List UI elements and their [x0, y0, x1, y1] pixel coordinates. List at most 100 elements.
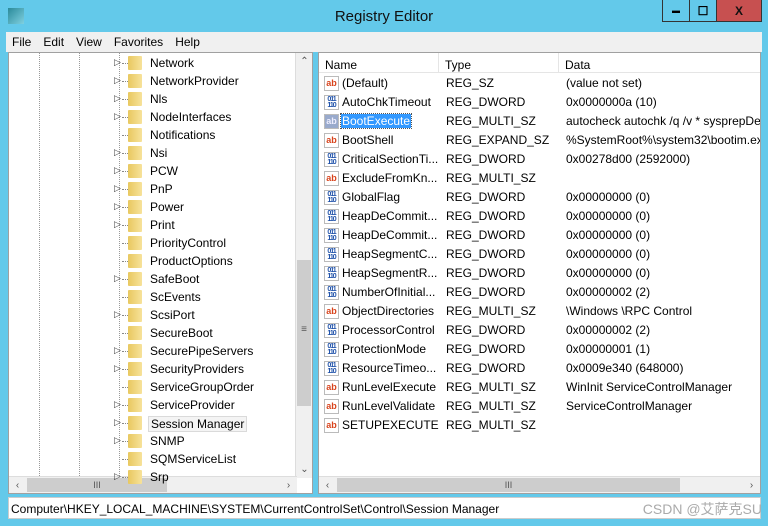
- expand-arrow-icon[interactable]: ▷: [114, 417, 121, 428]
- scroll-left-icon[interactable]: ‹: [319, 477, 336, 493]
- binary-value-icon: 011 110: [324, 190, 339, 205]
- tree-item-label: PCW: [150, 164, 178, 178]
- menu-file[interactable]: File: [6, 35, 37, 49]
- value-row[interactable]: 011 110 HeapDeCommit... REG_DWORD 0x0000000…: [319, 226, 760, 245]
- maximize-button[interactable]: ☐: [689, 0, 717, 22]
- value-data: 0x00000000 (0): [566, 247, 651, 261]
- scroll-thumb[interactable]: ≡: [297, 260, 311, 406]
- value-type: REG_DWORD: [446, 152, 526, 166]
- tree-item[interactable]: ProductOptions: [9, 252, 299, 270]
- column-header-name[interactable]: Name: [319, 53, 439, 73]
- tree-item[interactable]: Notifications: [9, 126, 299, 144]
- menu-help[interactable]: Help: [169, 35, 206, 49]
- value-row[interactable]: 011 110 HeapSegmentC... REG_DWORD 0x0000000…: [319, 245, 760, 264]
- value-row[interactable]: 011 110 ProtectionMode REG_DWORD 0x00000001…: [319, 340, 760, 359]
- tree-item-label: ScsiPort: [150, 308, 195, 322]
- value-type: REG_DWORD: [446, 266, 526, 280]
- expand-arrow-icon[interactable]: ▷: [114, 219, 121, 230]
- tree-item[interactable]: ▷ NodeInterfaces: [9, 108, 299, 126]
- column-header-data[interactable]: Data: [559, 53, 760, 73]
- scroll-right-icon[interactable]: ›: [743, 477, 760, 493]
- binary-value-icon: 011 110: [324, 228, 339, 243]
- value-row[interactable]: ab SETUPEXECUTE REG_MULTI_SZ: [319, 416, 760, 435]
- tree-item-label: ServiceGroupOrder: [150, 380, 255, 394]
- tree-item[interactable]: PriorityControl: [9, 234, 299, 252]
- tree-item[interactable]: ▷ Srp: [9, 468, 299, 486]
- tree-item[interactable]: SecureBoot: [9, 324, 299, 342]
- binary-value-icon: 011 110: [324, 152, 339, 167]
- value-row[interactable]: 011 110 AutoChkTimeout REG_DWORD 0x0000000a…: [319, 93, 760, 112]
- value-row[interactable]: 011 110 ResourceTimeo... REG_DWORD 0x0009e3…: [319, 359, 760, 378]
- values-horizontal-scrollbar[interactable]: ‹ III ›: [319, 476, 760, 493]
- value-row[interactable]: ab ObjectDirectories REG_MULTI_SZ \Windows …: [319, 302, 760, 321]
- folder-icon: [128, 56, 142, 70]
- tree-item[interactable]: ▷ Power: [9, 198, 299, 216]
- menu-edit[interactable]: Edit: [37, 35, 70, 49]
- tree-item[interactable]: ▷ NetworkProvider: [9, 72, 299, 90]
- expand-arrow-icon[interactable]: ▷: [114, 273, 121, 284]
- value-row[interactable]: 011 110 HeapDeCommit... REG_DWORD 0x0000000…: [319, 207, 760, 226]
- tree-item[interactable]: ▷ SafeBoot: [9, 270, 299, 288]
- binary-value-icon: 011 110: [324, 209, 339, 224]
- folder-icon: [128, 470, 142, 484]
- expand-arrow-icon[interactable]: ▷: [114, 471, 121, 482]
- tree-item[interactable]: ▷ Nsi: [9, 144, 299, 162]
- tree-item[interactable]: ▷ PCW: [9, 162, 299, 180]
- string-value-icon: ab: [324, 418, 339, 433]
- tree-item[interactable]: ▷ Print: [9, 216, 299, 234]
- tree-item-label: NodeInterfaces: [150, 110, 232, 124]
- tree-item[interactable]: ScEvents: [9, 288, 299, 306]
- expand-arrow-icon[interactable]: ▷: [114, 435, 121, 446]
- tree-item[interactable]: ▷ SNMP: [9, 432, 299, 450]
- tree-item[interactable]: ▷ Network: [9, 54, 299, 72]
- value-name: HeapSegmentR...: [342, 266, 438, 280]
- expand-arrow-icon[interactable]: ▷: [114, 93, 121, 104]
- tree-item-label: PriorityControl: [150, 236, 227, 250]
- column-header-type[interactable]: Type: [439, 53, 559, 73]
- expand-arrow-icon[interactable]: ▷: [114, 183, 121, 194]
- scroll-thumb[interactable]: III: [337, 478, 680, 492]
- value-name: ExcludeFromKn...: [342, 171, 438, 185]
- expand-arrow-icon[interactable]: ▷: [114, 309, 121, 320]
- string-value-icon: ab: [324, 114, 339, 129]
- value-name: RunLevelValidate: [342, 399, 436, 413]
- tree-item[interactable]: ▷ Nls: [9, 90, 299, 108]
- close-button[interactable]: X: [716, 0, 762, 22]
- expand-arrow-icon[interactable]: ▷: [114, 147, 121, 158]
- value-row[interactable]: ab ExcludeFromKn... REG_MULTI_SZ: [319, 169, 760, 188]
- expand-arrow-icon[interactable]: ▷: [114, 363, 121, 374]
- tree-item[interactable]: ▷ SecurePipeServers: [9, 342, 299, 360]
- expand-arrow-icon[interactable]: ▷: [114, 345, 121, 356]
- key-tree-pane: ⌃ ≡ ⌄ ‹ III › ▷ Network ▷ NetworkProvider ▷ N…: [8, 52, 313, 494]
- watermark: CSDN @艾萨克SU: [642, 501, 762, 517]
- expand-arrow-icon[interactable]: ▷: [114, 165, 121, 176]
- tree-item[interactable]: ▷ Session Manager: [9, 414, 299, 432]
- expand-arrow-icon[interactable]: ▷: [114, 57, 121, 68]
- minimize-button[interactable]: ▬: [662, 0, 690, 22]
- expand-arrow-icon[interactable]: ▷: [114, 111, 121, 122]
- value-row[interactable]: ab RunLevelValidate REG_MULTI_SZ ServiceCon…: [319, 397, 760, 416]
- value-row[interactable]: 011 110 ProcessorControl REG_DWORD 0x000000…: [319, 321, 760, 340]
- value-row[interactable]: 011 110 HeapSegmentR... REG_DWORD 0x0000000…: [319, 264, 760, 283]
- value-row[interactable]: 011 110 CriticalSectionTi... REG_DWORD 0x00…: [319, 150, 760, 169]
- value-row[interactable]: 011 110 NumberOfInitial... REG_DWORD 0x0000…: [319, 283, 760, 302]
- tree-item[interactable]: ▷ SecurityProviders: [9, 360, 299, 378]
- tree-item[interactable]: ▷ ServiceProvider: [9, 396, 299, 414]
- tree-item[interactable]: SQMServiceList: [9, 450, 299, 468]
- expand-arrow-icon[interactable]: ▷: [114, 201, 121, 212]
- value-row[interactable]: ab BootShell REG_EXPAND_SZ %SystemRoot%\sys…: [319, 131, 760, 150]
- value-row[interactable]: ab (Default) REG_SZ (value not set): [319, 74, 760, 93]
- value-row[interactable]: ab BootExecute REG_MULTI_SZ autocheck autoc…: [319, 112, 760, 131]
- value-row[interactable]: ab RunLevelExecute REG_MULTI_SZ WinInit Ser…: [319, 378, 760, 397]
- expand-arrow-icon[interactable]: ▷: [114, 399, 121, 410]
- expand-arrow-icon[interactable]: ▷: [114, 75, 121, 86]
- value-row[interactable]: 011 110 GlobalFlag REG_DWORD 0x00000000 (0): [319, 188, 760, 207]
- tree-item[interactable]: ServiceGroupOrder: [9, 378, 299, 396]
- value-name: CriticalSectionTi...: [342, 152, 439, 166]
- menu-favorites[interactable]: Favorites: [108, 35, 169, 49]
- title-bar: Registry Editor ▬ ☐ X: [0, 0, 768, 32]
- tree-item[interactable]: ▷ PnP: [9, 180, 299, 198]
- menu-view[interactable]: View: [70, 35, 108, 49]
- value-name: BootShell: [342, 133, 394, 147]
- tree-item[interactable]: ▷ ScsiPort: [9, 306, 299, 324]
